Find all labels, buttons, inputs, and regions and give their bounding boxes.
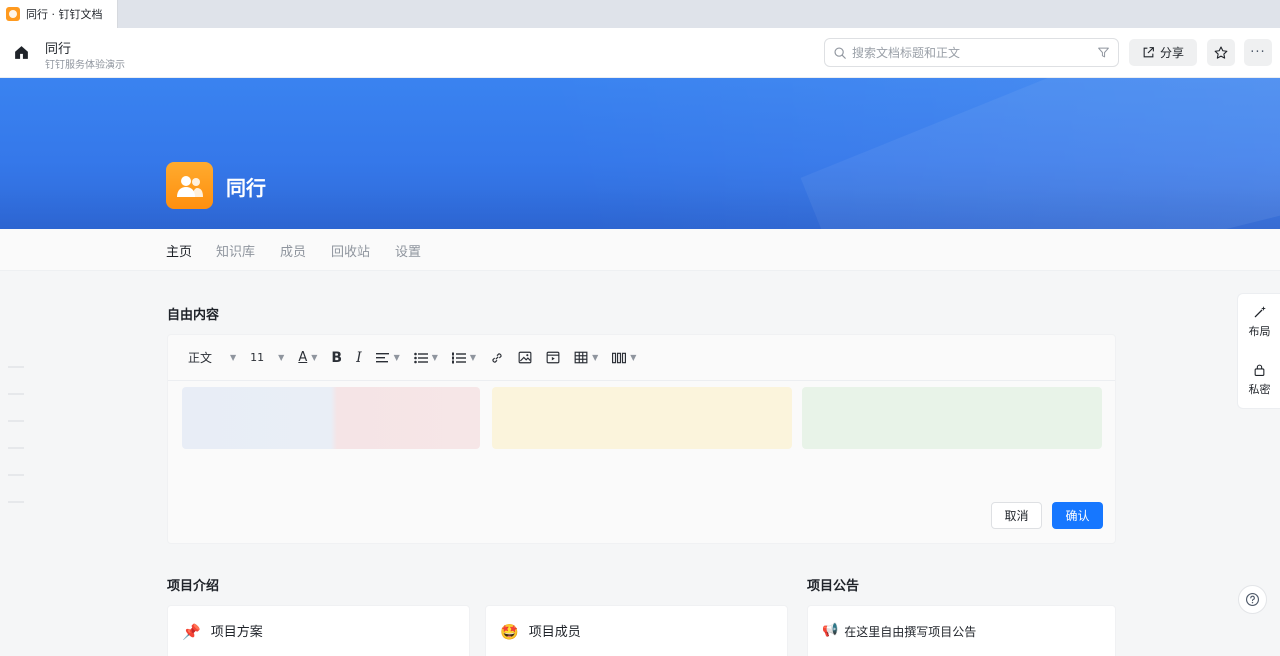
content-cards xyxy=(182,387,1102,449)
image-button[interactable] xyxy=(518,351,532,364)
table-icon xyxy=(574,351,588,364)
outline-marker xyxy=(8,393,24,395)
more-button[interactable]: ··· xyxy=(1244,39,1272,66)
announcement-card[interactable]: 📢 在这里自由撰写项目公告 xyxy=(807,605,1116,656)
paragraph-style-select[interactable]: 正文 ▼ xyxy=(188,349,236,366)
italic-button[interactable]: I xyxy=(356,350,362,366)
bullet-list-button[interactable]: ▼ xyxy=(413,352,438,364)
magic-wand-icon xyxy=(1254,306,1266,318)
columns-icon xyxy=(612,352,627,363)
outline-marker xyxy=(8,366,24,368)
browser-tab-strip: 同行 · 钉钉文档 xyxy=(0,0,1280,28)
video-button[interactable] xyxy=(546,351,560,364)
help-icon xyxy=(1246,593,1259,606)
bold-icon: B xyxy=(331,349,343,366)
content-card-1[interactable] xyxy=(182,387,480,449)
chevron-down-icon: ▼ xyxy=(630,353,637,362)
space-banner: 同行 xyxy=(0,78,1280,229)
link-icon xyxy=(492,352,502,363)
outline-marker xyxy=(8,474,24,476)
right-side-panel: 布局 私密 xyxy=(1237,293,1280,409)
outline-marker xyxy=(8,501,24,503)
nav-members[interactable]: 成员 xyxy=(280,241,306,260)
nav-knowledge-base[interactable]: 知识库 xyxy=(216,241,255,260)
video-icon xyxy=(546,351,560,364)
share-button[interactable]: 分享 xyxy=(1129,39,1197,66)
help-button[interactable] xyxy=(1238,585,1267,614)
share-label: 分享 xyxy=(1159,46,1184,60)
align-button[interactable]: ▼ xyxy=(375,352,400,364)
filter-icon[interactable] xyxy=(1097,46,1110,59)
announcement-text: 在这里自由撰写项目公告 xyxy=(844,625,977,639)
outline-marker xyxy=(8,447,24,449)
cancel-button[interactable]: 取消 xyxy=(991,502,1042,529)
image-icon xyxy=(518,351,532,364)
chevron-down-icon: ▼ xyxy=(311,353,318,362)
top-header: 同行 钉钉服务体验演示 分享 ··· xyxy=(0,28,1280,78)
chevron-down-icon: ▼ xyxy=(431,353,438,362)
star-struck-icon: 🤩 xyxy=(500,623,519,641)
space-title: 同行 xyxy=(45,42,72,57)
project-intro-title: 项目介绍 xyxy=(167,579,220,594)
layout-button[interactable]: 布局 xyxy=(1238,305,1280,339)
org-subtitle: 钉钉服务体验演示 xyxy=(45,60,125,71)
outline-marker xyxy=(8,420,24,422)
search-icon xyxy=(834,46,846,59)
star-icon xyxy=(1214,45,1228,59)
search-input[interactable] xyxy=(852,45,1097,60)
browser-tab-title: 同行 · 钉钉文档 xyxy=(26,8,103,21)
content-card-3[interactable] xyxy=(802,387,1102,449)
project-members-card[interactable]: 🤩 项目成员 xyxy=(485,605,788,656)
numbered-list-button[interactable]: ▼ xyxy=(451,352,477,364)
private-label: 私密 xyxy=(1248,383,1271,396)
table-button[interactable]: ▼ xyxy=(574,351,598,364)
text-color-icon: A xyxy=(298,350,308,365)
project-plan-card[interactable]: 📌 项目方案 xyxy=(167,605,470,656)
bullet-list-icon xyxy=(413,352,428,363)
align-left-icon xyxy=(375,352,389,362)
more-icon: ··· xyxy=(1250,45,1266,60)
chevron-down-icon: ▼ xyxy=(592,353,599,362)
space-favicon-icon xyxy=(6,7,20,21)
favorite-button[interactable] xyxy=(1207,39,1235,66)
bold-button[interactable]: B xyxy=(331,350,342,366)
home-icon xyxy=(14,45,28,59)
font-size-value: 11 xyxy=(250,351,265,364)
announcement-title: 项目公告 xyxy=(807,579,860,594)
link-button[interactable] xyxy=(490,351,504,365)
project-members-label: 项目成员 xyxy=(528,625,581,640)
home-button[interactable] xyxy=(10,41,32,63)
text-color-button[interactable]: A ▼ xyxy=(298,350,317,365)
private-button[interactable]: 私密 xyxy=(1238,363,1280,397)
space-nav: 主页 知识库 成员 回收站 设置 xyxy=(0,229,1280,271)
editor-toolbar: 正文 ▼ 11 ▼ A ▼ B I ▼ ▼ ▼ ▼ ▼ xyxy=(168,335,1115,381)
chevron-down-icon: ▼ xyxy=(469,353,477,362)
numbered-list-icon xyxy=(451,352,466,363)
confirm-button[interactable]: 确认 xyxy=(1052,502,1103,529)
chevron-down-icon: ▼ xyxy=(278,353,285,362)
paragraph-style-value: 正文 xyxy=(188,351,213,365)
nav-recycle-bin[interactable]: 回收站 xyxy=(331,241,370,260)
chevron-down-icon: ▼ xyxy=(230,353,237,362)
chevron-down-icon: ▼ xyxy=(393,353,400,362)
space-avatar-icon[interactable] xyxy=(166,162,213,209)
columns-button[interactable]: ▼ xyxy=(612,352,636,364)
free-content-editor[interactable]: 正文 ▼ 11 ▼ A ▼ B I ▼ ▼ ▼ ▼ ▼ 取消 确认 xyxy=(167,334,1116,544)
project-plan-label: 项目方案 xyxy=(210,625,263,640)
group-users-icon xyxy=(176,175,203,197)
nav-settings[interactable]: 设置 xyxy=(395,241,421,260)
browser-tab[interactable]: 同行 · 钉钉文档 xyxy=(0,0,118,28)
italic-icon: I xyxy=(356,349,362,366)
nav-home[interactable]: 主页 xyxy=(166,241,192,260)
layout-label: 布局 xyxy=(1248,325,1271,338)
space-name: 同行 xyxy=(226,176,266,200)
search-box[interactable] xyxy=(824,38,1119,67)
content-card-2[interactable] xyxy=(492,387,792,449)
share-icon xyxy=(1143,47,1154,58)
lock-icon xyxy=(1254,364,1265,376)
free-content-title: 自由内容 xyxy=(167,308,220,323)
font-size-select[interactable]: 11 ▼ xyxy=(250,351,284,364)
megaphone-icon: 📢 xyxy=(822,623,839,638)
pushpin-icon: 📌 xyxy=(182,623,201,641)
